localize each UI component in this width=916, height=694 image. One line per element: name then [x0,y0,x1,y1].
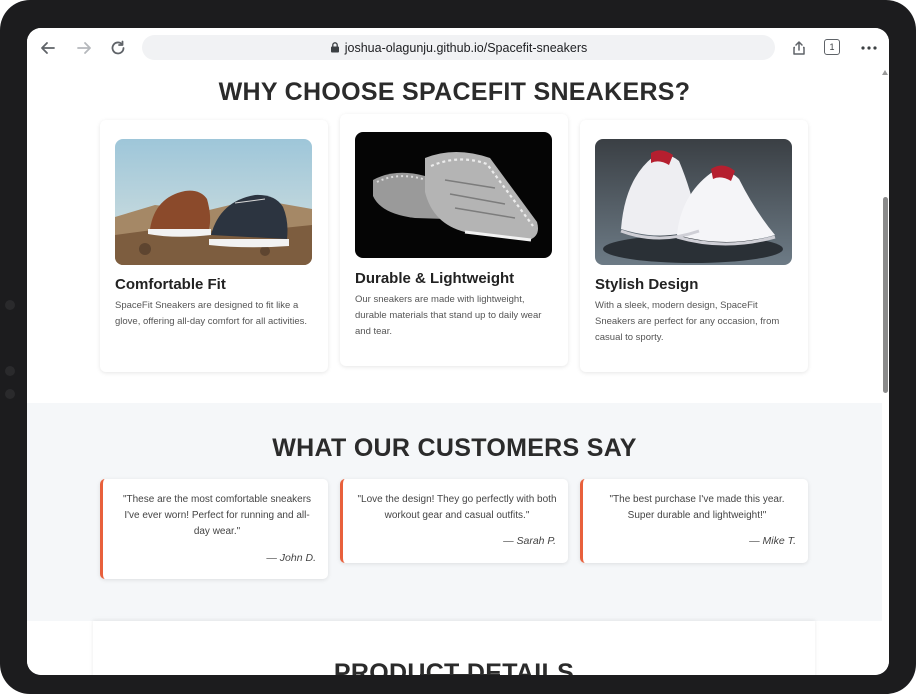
testimonial-author: — John D. [266,552,316,564]
share-button[interactable] [787,36,811,60]
white-sneakers-image [595,139,792,265]
forward-button[interactable] [72,36,96,60]
menu-button[interactable] [857,36,881,60]
arrow-left-icon [41,42,55,54]
testimonial-author: — Mike T. [749,535,796,547]
feature-image-stylish [595,139,792,265]
device-sensor [5,366,15,376]
casual-sneakers-image [115,139,312,265]
web-page: WHY CHOOSE SPACEFIT SNEAKERS? Comfortabl… [27,68,882,675]
feature-text: With a sleek, modern design, SpaceFit Sn… [595,300,780,343]
reload-icon [111,40,125,55]
feature-title: Durable & Lightweight [355,270,515,287]
product-details-card: PRODUCT DETAILS [93,621,815,675]
browser-screen: joshua-olagunju.github.io/Spacefit-sneak… [27,28,889,675]
testimonials-heading: WHAT OUR CUSTOMERS SAY [272,434,637,462]
textured-sneakers-image [355,132,552,258]
browser-toolbar: joshua-olagunju.github.io/Spacefit-sneak… [27,28,889,68]
scroll-thumb[interactable] [883,197,888,393]
device-camera [5,300,15,310]
feature-card-stylish: Stylish Design With a sleek, modern desi… [580,120,808,372]
more-horizontal-icon [861,46,877,50]
testimonial-quote: "Love the design! They go perfectly with… [357,494,557,521]
tablet-frame: joshua-olagunju.github.io/Spacefit-sneak… [0,0,916,694]
back-button[interactable] [36,36,60,60]
feature-text: SpaceFit Sneakers are designed to fit li… [115,300,308,327]
heading-overlay-line [420,674,500,675]
testimonial-quote: "These are the most comfortable sneakers… [122,494,312,537]
feature-title: Comfortable Fit [115,276,226,293]
reload-button[interactable] [106,36,130,60]
device-sensor-2 [5,389,15,399]
testimonial-card: "Love the design! They go perfectly with… [340,479,568,563]
testimonial-author: — Sarah P. [503,535,556,547]
address-bar[interactable]: joshua-olagunju.github.io/Spacefit-sneak… [142,35,775,60]
page-scrollbar[interactable] [882,68,889,675]
feature-card-comfort: Comfortable Fit SpaceFit Sneakers are de… [100,120,328,372]
feature-image-durable [355,132,552,258]
testimonial-card: "The best purchase I've made this year. … [580,479,808,563]
scroll-up-arrow-icon[interactable] [882,70,888,75]
product-details-heading: PRODUCT DETAILS [333,659,575,675]
arrow-right-icon [77,42,91,54]
feature-text: Our sneakers are made with lightweight, … [355,294,542,337]
feature-image-comfort [115,139,312,265]
testimonial-quote: "The best purchase I've made this year. … [609,494,785,521]
features-heading: WHY CHOOSE SPACEFIT SNEAKERS? [218,78,691,106]
testimonial-card: "These are the most comfortable sneakers… [100,479,328,579]
url-text: joshua-olagunju.github.io/Spacefit-sneak… [344,40,588,55]
feature-title: Stylish Design [595,276,699,293]
share-icon [793,41,805,55]
feature-card-durable: Durable & Lightweight Our sneakers are m… [340,114,568,366]
tabs-count-button[interactable]: 1 [824,39,840,55]
lock-icon [330,42,339,53]
